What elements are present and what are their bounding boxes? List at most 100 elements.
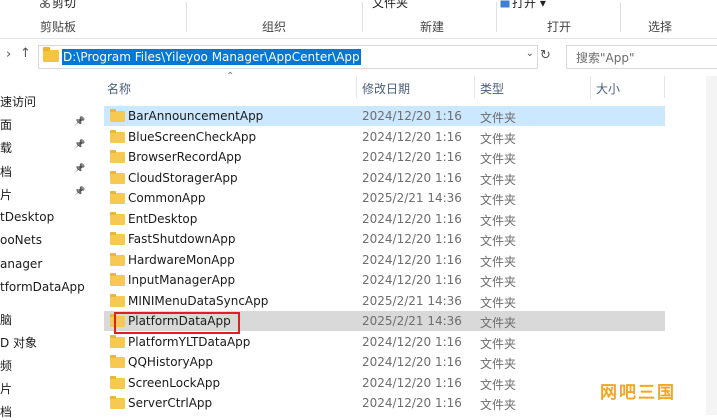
file-row[interactable]: QQHistoryApp 2024/12/20 1:16 文件夹 [104,352,665,372]
column-divider[interactable] [356,76,357,98]
file-type: 文件夹 [480,193,517,207]
nav-item-label: 档 [0,405,13,419]
column-date[interactable]: 修改日期 [362,80,410,97]
column-header: ⌃ 名称 修改日期 类型 大小 [104,71,704,100]
file-row[interactable]: HardwareMonApp 2024/12/20 1:16 文件夹 [104,250,665,270]
group-organize: 组织 [262,20,287,34]
nav-item[interactable]: tformDataApp [0,280,85,294]
file-row[interactable]: FastShutdownApp 2024/12/20 1:16 文件夹 [104,229,665,249]
nav-item[interactable]: 载 [0,139,12,156]
nav-item[interactable]: 脑 [0,311,12,328]
folder-icon [110,375,125,389]
nav-item-label: 频 [0,359,13,373]
file-name: ScreenLockApp [128,375,221,390]
file-type: 文件夹 [480,152,517,166]
group-clipboard: 剪贴板 [40,20,77,34]
pin-icon[interactable]: 📌 [74,187,85,197]
nav-item[interactable]: D 对象 [0,334,37,351]
vertical-scrollbar[interactable] [706,76,717,415]
pin-icon[interactable]: 📌 [74,164,85,174]
group-open: 打开 [547,20,572,34]
nav-item-label: 片 [0,382,13,396]
nav-item-label: 载 [0,141,13,155]
back-arrow-icon[interactable]: › [6,47,11,62]
nav-item[interactable]: 面 [0,116,12,133]
cut-button[interactable]: 剪切 [40,0,76,11]
new-folder-button[interactable]: 文件夹 [372,0,408,11]
navigation-pane: 速访问面 📌 载 📌 档 📌 片 📌 tDesktop ooNets anager tformData… [0,76,96,419]
file-date: 2024/12/20 1:16 [362,396,462,410]
ribbon-divider [362,2,363,32]
file-name: BrowserRecordApp [128,150,242,164]
nav-item-label: anager [0,257,43,271]
folder-icon [110,211,125,225]
nav-item[interactable]: 速访问 [0,93,36,110]
chevron-down-icon[interactable]: ⌄ [526,48,534,59]
folder-icon [110,129,125,143]
nav-item[interactable]: 档 [0,403,12,420]
file-date: 2024/12/20 1:16 [362,355,462,369]
file-date: 2024/12/20 1:16 [362,334,462,349]
file-row[interactable]: CloudStoragerApp 2024/12/20 1:16 文件夹 [104,168,665,188]
up-arrow-icon[interactable]: ↑ [20,46,31,61]
address-path[interactable]: D:\Program Files\Yileyoo Manager\AppCent… [62,49,361,65]
file-name: BarAnnouncementApp [128,109,264,123]
group-new: 新建 [420,20,445,34]
open-button[interactable]: 打开 ▾ [500,0,546,11]
file-row[interactable]: BarAnnouncementApp 2024/12/20 1:16 文件夹 [104,106,665,126]
nav-item[interactable]: 档 [0,163,12,180]
folder-icon [110,150,125,163]
search-placeholder: 搜索"App" [576,51,635,65]
search-input[interactable]: 搜索"App" [566,45,717,69]
column-divider[interactable] [474,76,475,98]
column-size[interactable]: 大小 [596,80,620,97]
nav-item[interactable]: 片 [0,186,12,203]
file-row[interactable]: BlueScreenCheckApp 2024/12/20 1:16 文件夹 [104,127,665,147]
folder-icon [110,191,125,204]
file-date: 2025/2/21 14:36 [362,191,462,205]
column-name[interactable]: 名称 [107,80,131,97]
folder-icon [43,47,59,62]
file-name: EntDesktop [128,211,198,226]
file-row[interactable]: MINIMenuDataSyncApp 2025/2/21 14:36 文件夹 [104,291,665,311]
file-type: 文件夹 [480,213,517,228]
file-type: 文件夹 [480,275,517,289]
pin-icon[interactable]: 📌 [74,117,85,127]
nav-item[interactable]: 频 [0,357,12,374]
column-type[interactable]: 类型 [480,80,504,97]
address-bar[interactable]: D:\Program Files\Yileyoo Manager\AppCent… [38,45,538,69]
file-row[interactable]: CommonApp 2025/2/21 14:36 文件夹 [104,188,665,208]
watermark: 网吧三国 [600,383,676,403]
folder-icon [110,293,125,307]
column-divider[interactable] [590,76,591,98]
column-divider[interactable] [664,76,665,98]
file-name: BlueScreenCheckApp [128,129,257,144]
nav-item-label: 片 [0,188,13,202]
file-row[interactable]: ScreenLockApp 2024/12/20 1:16 文件夹 [104,373,665,393]
file-date: 2024/12/20 1:16 [362,150,462,164]
file-name: InputManagerApp [128,273,236,287]
file-row[interactable]: ServerCtrlApp 2024/12/20 1:16 文件夹 [104,393,665,413]
folder-icon [110,334,125,348]
folder-icon [110,273,125,286]
nav-item-label: tformDataApp [0,280,85,294]
nav-item[interactable]: anager [0,257,42,271]
file-type: 文件夹 [480,336,517,351]
nav-item-label: 档 [0,165,13,179]
file-row[interactable]: PlatformYLTDataApp 2024/12/20 1:16 文件夹 [104,332,665,352]
file-row[interactable]: EntDesktop 2024/12/20 1:16 文件夹 [104,209,665,229]
pin-icon[interactable]: 📌 [74,140,85,150]
nav-item[interactable]: ooNets [0,233,42,247]
file-row[interactable]: InputManagerApp 2024/12/20 1:16 文件夹 [104,270,665,290]
file-date: 2024/12/20 1:16 [362,232,462,246]
file-type: 文件夹 [480,398,517,412]
file-date: 2024/12/20 1:16 [362,170,462,185]
file-type: 文件夹 [480,172,517,187]
file-date: 2024/12/20 1:16 [362,375,462,390]
refresh-icon[interactable]: ↻ [540,48,551,63]
nav-item[interactable]: 片 [0,380,12,397]
nav-item[interactable]: tDesktop [0,210,54,224]
folder-icon [110,396,125,409]
file-row[interactable]: BrowserRecordApp 2024/12/20 1:16 文件夹 [104,147,665,167]
file-name: CommonApp [128,191,206,205]
